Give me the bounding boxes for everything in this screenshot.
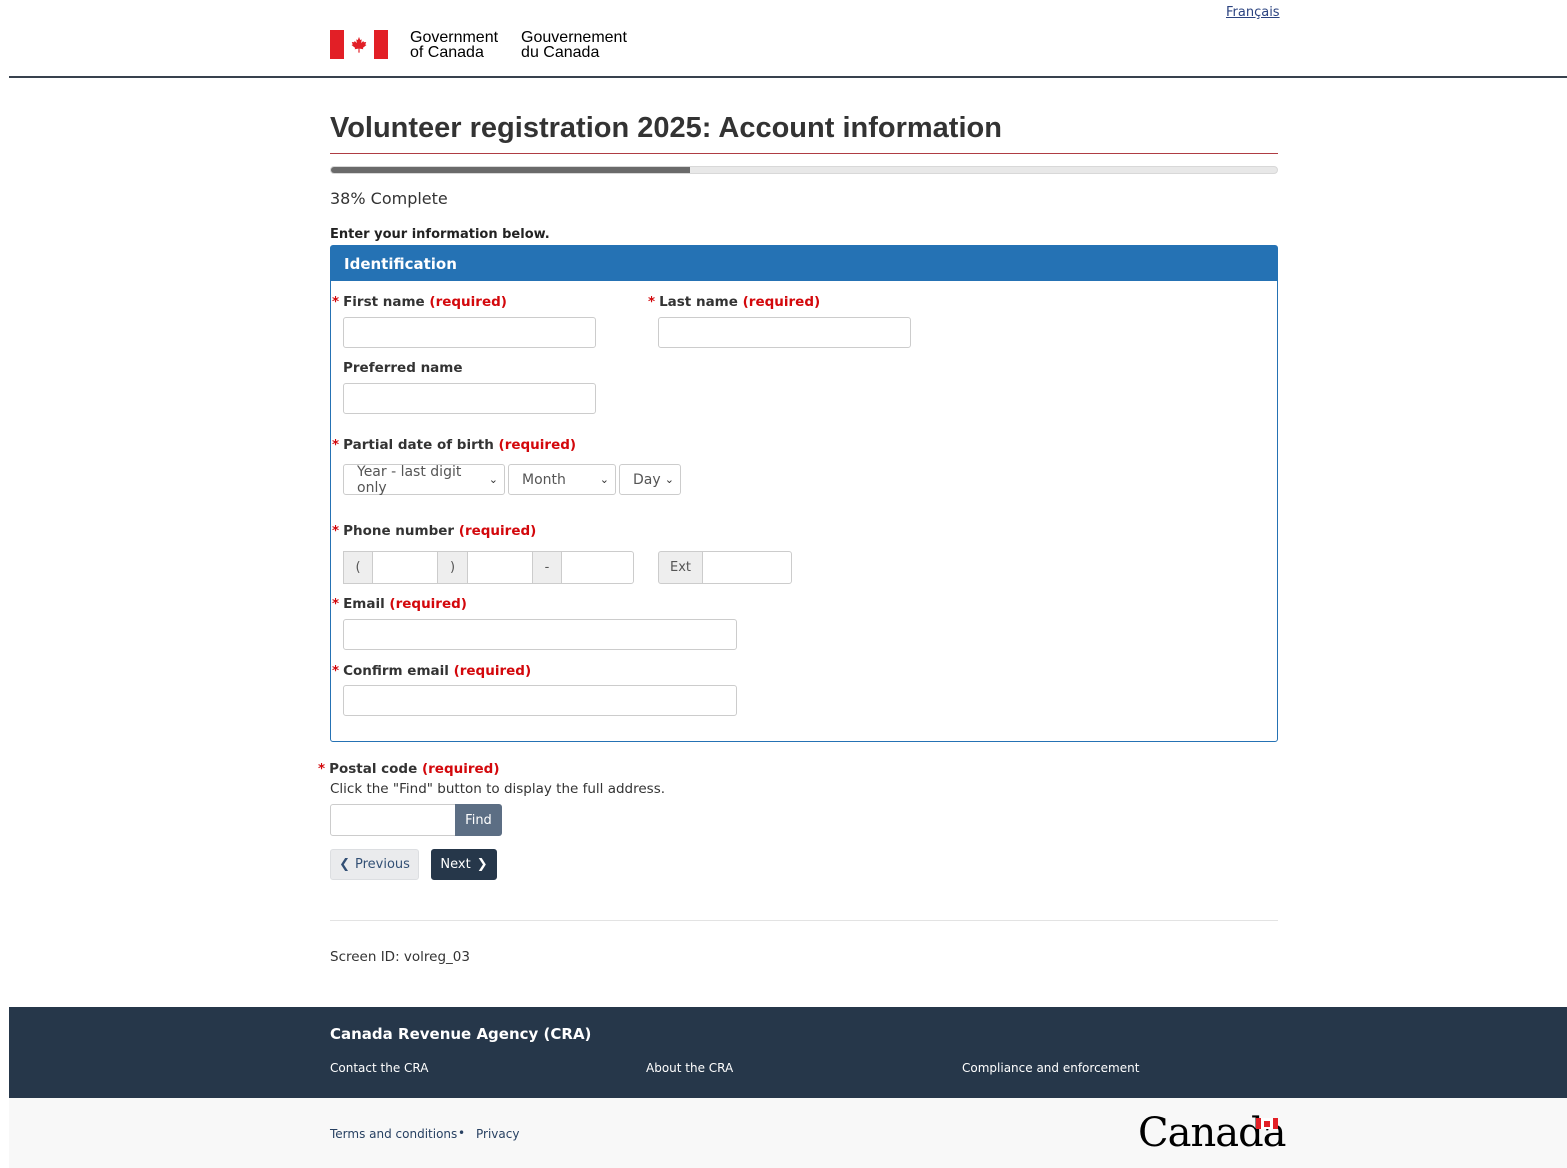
footer-separator: •	[458, 1126, 466, 1140]
phone-ext-label: Ext	[658, 551, 703, 584]
canada-flag-icon	[330, 30, 388, 59]
required-marker: *	[332, 437, 340, 453]
signature-fr: Gouvernement du Canada	[521, 29, 627, 61]
postal-code-label: * Postal code (required)	[318, 761, 500, 777]
dob-month-select[interactable]: Month ⌄	[508, 464, 616, 495]
footer-sub	[9, 1098, 1567, 1168]
last-name-input[interactable]	[658, 317, 911, 348]
confirm-email-input[interactable]	[343, 685, 737, 716]
required-marker: *	[332, 294, 340, 310]
signature-en: Government of Canada	[410, 29, 499, 61]
privacy-link[interactable]: Privacy	[476, 1127, 519, 1141]
dob-day-select[interactable]: Day ⌄	[619, 464, 681, 495]
phone-line-input[interactable]	[561, 551, 634, 584]
footer-link-contact[interactable]: Contact the CRA	[330, 1061, 428, 1075]
terms-link[interactable]: Terms and conditions	[330, 1127, 457, 1141]
first-name-input[interactable]	[343, 317, 596, 348]
chevron-right-icon: ❯	[476, 857, 488, 872]
first-name-label: * First name (required)	[332, 294, 507, 310]
footer-title: Canada Revenue Agency (CRA)	[330, 1025, 592, 1043]
previous-button[interactable]: ❮ Previous	[330, 849, 419, 880]
preferred-name-label: Preferred name	[343, 360, 463, 376]
phone-ext-input[interactable]	[702, 551, 792, 584]
wordmark-flag-icon	[1256, 1118, 1278, 1129]
postal-code-input[interactable]	[330, 804, 456, 836]
government-signature[interactable]: Government of Canada Gouvernement du Can…	[330, 29, 627, 61]
phone-close-paren: )	[437, 551, 468, 584]
chevron-down-icon: ⌄	[599, 473, 609, 486]
phone-open-paren: (	[343, 551, 373, 584]
chevron-down-icon: ⌄	[488, 473, 498, 486]
required-marker: *	[648, 294, 656, 310]
find-button[interactable]: Find	[455, 804, 502, 836]
dob-label: * Partial date of birth (required)	[332, 437, 577, 453]
required-marker: *	[332, 523, 340, 539]
phone-dash: -	[532, 551, 562, 584]
progress-bar	[330, 166, 1278, 174]
phone-label: * Phone number (required)	[332, 523, 537, 539]
chevron-down-icon: ⌄	[664, 473, 674, 486]
next-button[interactable]: Next ❯	[431, 849, 497, 880]
phone-prefix-input[interactable]	[467, 551, 533, 584]
footer-main	[9, 1007, 1567, 1098]
postal-code-help: Click the "Find" button to display the f…	[330, 781, 666, 797]
screen-id: Screen ID: volreg_03	[330, 949, 470, 965]
progress-text: 38% Complete	[330, 189, 448, 208]
chevron-left-icon: ❮	[339, 857, 350, 872]
panel-heading: Identification	[331, 246, 1277, 281]
identification-panel: Identification * First name (required) * L…	[330, 245, 1278, 742]
dob-year-select[interactable]: Year - last digit only ⌄	[343, 464, 505, 496]
required-marker: *	[332, 596, 340, 612]
required-marker: *	[318, 761, 326, 777]
preferred-name-input[interactable]	[343, 383, 596, 414]
footer-link-compliance[interactable]: Compliance and enforcement	[962, 1061, 1139, 1075]
language-toggle-link[interactable]: Français	[1226, 5, 1280, 20]
last-name-label: * Last name (required)	[648, 294, 821, 310]
required-marker: *	[332, 663, 340, 679]
email-input[interactable]	[343, 619, 737, 650]
content-divider	[330, 920, 1278, 921]
form-intro: Enter your information below.	[330, 227, 550, 242]
footer-link-about[interactable]: About the CRA	[646, 1061, 733, 1075]
progress-fill	[331, 167, 691, 173]
header-divider	[9, 76, 1567, 78]
canada-wordmark: Canada	[1138, 1110, 1287, 1156]
page-title: Volunteer registration 2025: Account inf…	[330, 112, 1278, 154]
confirm-email-label: * Confirm email (required)	[332, 663, 532, 679]
phone-area-code-input[interactable]	[372, 551, 438, 584]
email-label: * Email (required)	[332, 596, 467, 612]
